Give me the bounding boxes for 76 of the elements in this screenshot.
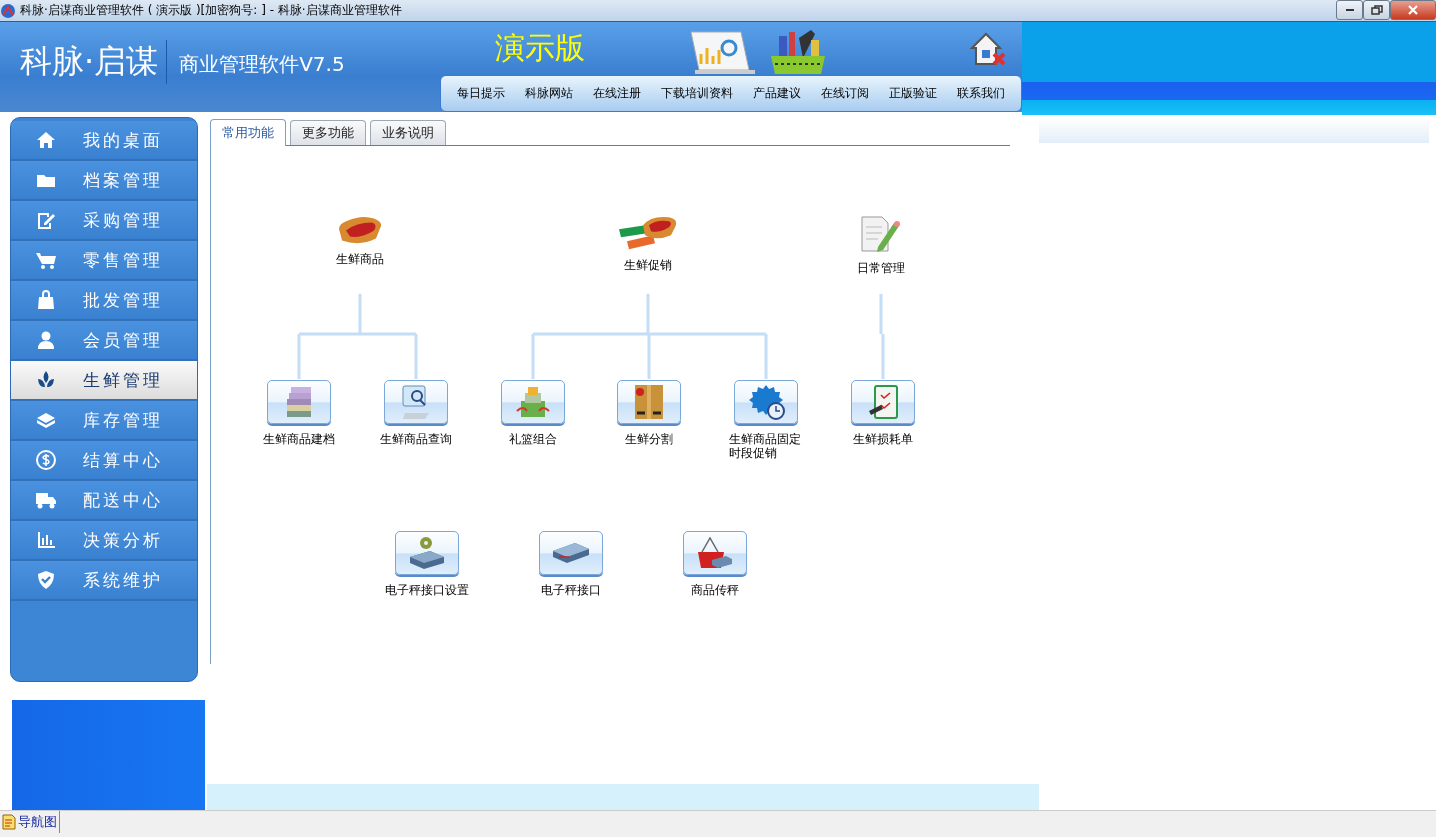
badge-clock-icon <box>747 384 785 420</box>
sidebar-item[interactable]: 生鲜管理 <box>11 361 197 401</box>
function-button[interactable] <box>683 531 747 575</box>
sidebar-item[interactable]: 采购管理 <box>11 201 197 241</box>
sidebar-item[interactable]: 配送中心 <box>11 481 197 521</box>
function-label[interactable]: 生鲜商品建档 <box>263 432 335 446</box>
brand-logo-text: 科脉·启谋 <box>20 41 159 82</box>
header-link[interactable]: 科脉网站 <box>525 85 573 102</box>
restore-button[interactable] <box>1363 0 1390 20</box>
sidebar-item[interactable]: 批发管理 <box>11 281 197 321</box>
document-pencil-icon[interactable] <box>861 216 901 253</box>
header-link[interactable]: 联系我们 <box>957 85 1005 102</box>
function-label[interactable]: 生鲜商品固定时段促销 <box>728 432 804 460</box>
header-link[interactable]: 每日提示 <box>457 85 505 102</box>
edition-label: 演示版 <box>494 29 585 67</box>
gift-icon <box>516 386 550 418</box>
clipboard-checklist-icon <box>868 385 898 419</box>
function-button[interactable] <box>384 380 448 424</box>
basket-and-scale-icon <box>697 537 733 569</box>
function-button[interactable] <box>539 531 603 575</box>
function-button[interactable] <box>617 380 681 424</box>
function-button[interactable] <box>267 380 331 424</box>
function-button[interactable] <box>501 380 565 424</box>
header-link[interactable]: 产品建议 <box>753 85 801 102</box>
restore-icon <box>1370 5 1383 15</box>
sidebar-item[interactable]: 库存管理 <box>11 401 197 441</box>
person-icon <box>35 329 57 351</box>
sidebar-item[interactable]: 档案管理 <box>11 161 197 201</box>
status-tab[interactable]: 导航图 <box>0 811 60 833</box>
category-label[interactable]: 生鲜促销 <box>624 258 672 273</box>
sidebar-item[interactable]: 会员管理 <box>11 321 197 361</box>
books-icon <box>286 386 312 418</box>
bar-chart-icon <box>35 529 57 551</box>
category-label[interactable]: 生鲜商品 <box>336 252 384 267</box>
function-label[interactable]: 生鲜分割 <box>625 432 673 446</box>
header-link[interactable]: 正版验证 <box>889 85 937 102</box>
sidebar-item[interactable]: 零售管理 <box>11 241 197 281</box>
function-button[interactable] <box>734 380 798 424</box>
minimize-icon <box>1345 9 1354 11</box>
app-logo-icon <box>0 2 16 19</box>
toast-icon[interactable] <box>337 216 383 245</box>
category-label[interactable]: 日常管理 <box>857 261 905 275</box>
function-label[interactable]: 生鲜商品查询 <box>380 432 452 446</box>
tab[interactable]: 更多功能 <box>290 120 366 145</box>
home-icon <box>35 129 57 151</box>
sale-tag-and-toast-icon[interactable] <box>618 216 678 251</box>
function-label[interactable]: 礼篮组合 <box>509 432 557 446</box>
product-name: 商业管理软件V7.5 <box>179 50 345 78</box>
document-icon <box>2 814 16 830</box>
sidebar-item[interactable]: 系统维护 <box>11 561 197 601</box>
dollar-circle-icon <box>35 449 57 471</box>
window-title: 科脉·启谋商业管理软件 ( 演示版 )[加密狗号: ] - 科脉·启谋商业管理软件 <box>20 2 402 19</box>
scale-gear-icon <box>409 536 445 570</box>
shopping-bag-icon <box>35 289 57 311</box>
box-icon <box>634 384 664 420</box>
function-label[interactable]: 商品传秤 <box>691 583 739 597</box>
function-button[interactable] <box>851 380 915 424</box>
function-label[interactable]: 生鲜损耗单 <box>853 432 913 446</box>
function-label[interactable]: 电子秤接口 <box>541 583 601 597</box>
header-link[interactable]: 在线注册 <box>593 85 641 102</box>
header-link[interactable]: 在线订阅 <box>821 85 869 102</box>
close-icon <box>1407 5 1419 15</box>
sidebar-item[interactable]: 结算中心 <box>11 441 197 481</box>
header-link[interactable]: 下载培训资料 <box>661 85 733 102</box>
tab[interactable]: 常用功能 <box>210 119 286 146</box>
house-with-cross-icon <box>968 30 1008 68</box>
scale-icon <box>552 542 590 564</box>
function-button[interactable] <box>395 531 459 575</box>
sidebar-item[interactable]: 决策分析 <box>11 521 197 561</box>
tab[interactable]: 业务说明 <box>370 120 446 145</box>
function-label[interactable]: 电子秤接口设置 <box>385 583 469 597</box>
minimize-button[interactable] <box>1336 0 1363 20</box>
close-button[interactable] <box>1390 0 1436 20</box>
monitor-magnifier-icon <box>402 384 430 420</box>
shield-check-icon <box>35 569 57 591</box>
sidebar-item[interactable]: 我的桌面 <box>11 121 197 161</box>
